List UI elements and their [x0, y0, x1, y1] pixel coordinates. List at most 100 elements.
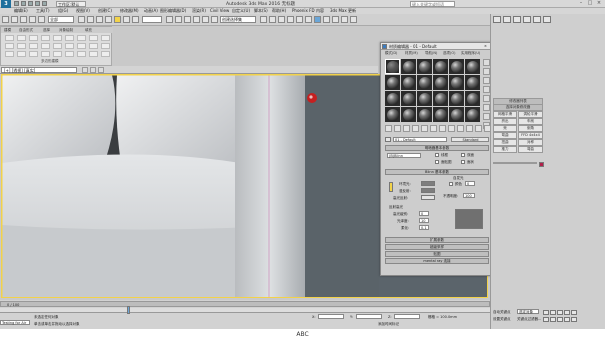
- ribbon-tool[interactable]: [101, 51, 110, 57]
- ribbon-tool[interactable]: [17, 43, 26, 49]
- sample-slot[interactable]: [401, 107, 416, 122]
- modifier-button[interactable]: 弯曲: [493, 132, 517, 139]
- modifier-button[interactable]: 涡轮平滑: [518, 111, 543, 118]
- ribbon-tool[interactable]: [29, 51, 38, 57]
- assign-material-icon[interactable]: [403, 125, 410, 132]
- selection-filter-dropdown[interactable]: 全部: [48, 16, 74, 23]
- sample-type-icon[interactable]: [483, 59, 490, 66]
- redo-icon[interactable]: [11, 16, 18, 23]
- layer-icon[interactable]: [90, 67, 96, 73]
- align-icon[interactable]: [269, 16, 276, 23]
- open-file-icon[interactable]: [21, 1, 26, 6]
- layer-explorer-icon[interactable]: [278, 16, 285, 23]
- reference-coordinate-dropdown[interactable]: [142, 16, 162, 23]
- object-color-swatch[interactable]: [539, 162, 544, 167]
- ribbon-tool[interactable]: [41, 35, 50, 41]
- play-icon[interactable]: [557, 310, 563, 315]
- sample-slot[interactable]: [401, 59, 416, 74]
- backlight-icon[interactable]: [483, 68, 490, 75]
- z-coord-field[interactable]: [394, 314, 420, 319]
- ribbon-tool[interactable]: [89, 35, 98, 41]
- sample-slot[interactable]: [449, 107, 464, 122]
- material-id-icon[interactable]: [448, 125, 455, 132]
- minimize-icon[interactable]: –: [578, 1, 584, 6]
- sample-slot[interactable]: [417, 59, 432, 74]
- two-sided-checkbox[interactable]: [461, 153, 465, 157]
- undo-icon[interactable]: [35, 1, 40, 6]
- ribbon-tool[interactable]: [65, 35, 74, 41]
- modifier-button[interactable]: 壳: [493, 125, 517, 132]
- app-logo[interactable]: 3: [1, 0, 11, 8]
- blinn-params-rollout[interactable]: Blinn 基本参数: [385, 169, 489, 175]
- make-preview-icon[interactable]: [483, 104, 490, 111]
- ribbon-tool[interactable]: [89, 51, 98, 57]
- sample-slot[interactable]: [449, 91, 464, 106]
- named-selection-set[interactable]: 创建选择集: [220, 16, 256, 23]
- ribbon-tool[interactable]: [77, 43, 86, 49]
- sample-slot[interactable]: [465, 107, 480, 122]
- key-mode-dropdown[interactable]: 选定对象: [517, 309, 539, 314]
- sample-slot[interactable]: [417, 107, 432, 122]
- schematic-view-icon[interactable]: [305, 16, 312, 23]
- motion-tab-icon[interactable]: [523, 16, 531, 23]
- sample-slot[interactable]: [465, 75, 480, 90]
- get-material-icon[interactable]: [385, 125, 392, 132]
- maximize-viewport-icon[interactable]: [571, 317, 577, 322]
- glossiness-value[interactable]: 10: [419, 218, 429, 223]
- sample-slot[interactable]: [417, 75, 432, 90]
- render-iterative-icon[interactable]: [350, 16, 357, 23]
- background-icon[interactable]: [483, 77, 490, 84]
- link-icon[interactable]: [20, 16, 27, 23]
- orbit-icon[interactable]: [564, 317, 570, 322]
- workspace-select[interactable]: 工作区:默认: [56, 1, 86, 7]
- ribbon-tool[interactable]: [17, 35, 26, 41]
- save-file-icon[interactable]: [28, 1, 33, 6]
- show-map-icon[interactable]: [457, 125, 464, 132]
- ribbon-tool[interactable]: [5, 35, 14, 41]
- scale-icon[interactable]: [132, 16, 139, 23]
- ribbon-tab-populate[interactable]: 填充: [85, 27, 92, 33]
- move-icon[interactable]: [114, 16, 121, 23]
- supersampling-rollout[interactable]: 超级采样: [385, 244, 489, 250]
- search-input[interactable]: 键入关键字或短语: [410, 1, 455, 7]
- ribbon-tool[interactable]: [29, 43, 38, 49]
- modify-tab-icon[interactable]: [503, 16, 511, 23]
- modifier-button[interactable]: 倒角: [518, 125, 543, 132]
- ribbon-tool[interactable]: [5, 43, 14, 49]
- material-editor-icon[interactable]: [314, 16, 321, 23]
- faceted-checkbox[interactable]: [461, 160, 465, 164]
- ribbon-tool[interactable]: [17, 51, 26, 57]
- sample-slot[interactable]: [385, 75, 400, 90]
- shader-params-rollout[interactable]: 明暗器基本参数: [385, 145, 489, 151]
- set-key-button[interactable]: 设置关键点: [493, 317, 511, 321]
- modifier-button[interactable]: 弯曲: [518, 146, 543, 153]
- show-end-result-icon[interactable]: [466, 125, 473, 132]
- zoom-icon[interactable]: [543, 317, 549, 322]
- modifier-button[interactable]: 推力: [493, 146, 517, 153]
- bind-space-warp-icon[interactable]: [38, 16, 45, 23]
- mental-ray-rollout[interactable]: mental ray 连接: [385, 258, 489, 264]
- mirror-icon[interactable]: [260, 16, 267, 23]
- render-setup-icon[interactable]: [323, 16, 330, 23]
- lock-icon[interactable]: [389, 182, 393, 192]
- ribbon-tool[interactable]: [53, 43, 62, 49]
- sample-slot[interactable]: [465, 59, 480, 74]
- ribbon-tab-freeform[interactable]: 自由形式: [19, 27, 33, 33]
- select-object-icon[interactable]: [78, 16, 85, 23]
- ribbon-tool[interactable]: [65, 51, 74, 57]
- create-tab-icon[interactable]: [493, 16, 501, 23]
- diffuse-color-swatch[interactable]: [421, 188, 435, 193]
- sample-slot[interactable]: [385, 91, 400, 106]
- rectangle-selection-icon[interactable]: [96, 16, 103, 23]
- ribbon-tool[interactable]: [53, 51, 62, 57]
- self-illum-color-checkbox[interactable]: [449, 182, 453, 186]
- ribbon-tool[interactable]: [5, 51, 14, 57]
- ribbon-tool[interactable]: [101, 43, 110, 49]
- pan-icon[interactable]: [557, 317, 563, 322]
- ribbon-tool[interactable]: [41, 43, 50, 49]
- wire-checkbox[interactable]: [435, 153, 439, 157]
- new-file-icon[interactable]: [14, 1, 19, 6]
- render-production-icon[interactable]: [341, 16, 348, 23]
- specular-level-value[interactable]: 0: [419, 211, 429, 216]
- uv-tiling-icon[interactable]: [483, 86, 490, 93]
